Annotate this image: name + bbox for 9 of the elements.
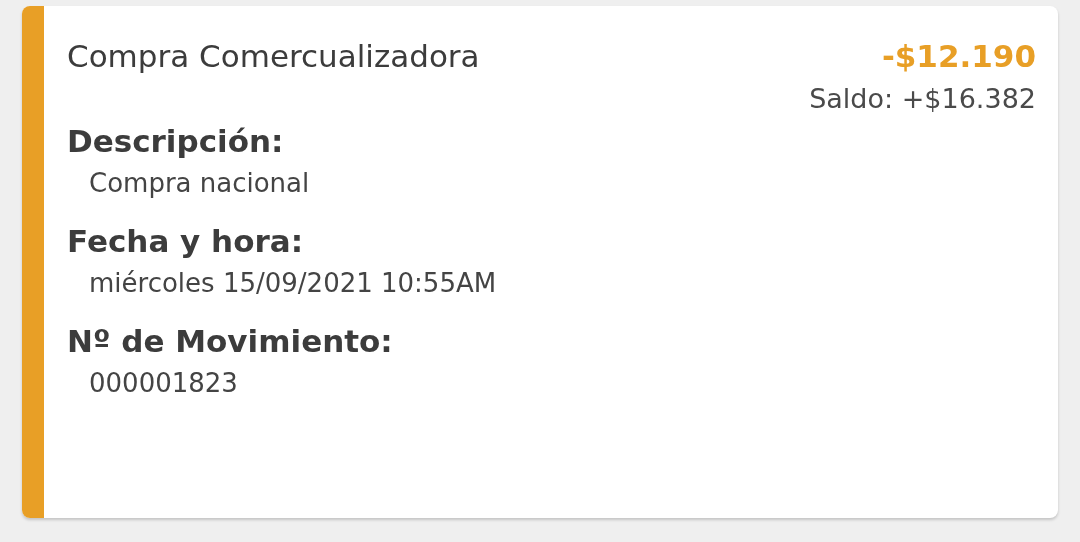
field-value: Compra nacional xyxy=(88,167,310,200)
balance-text: Saldo: +$16.382 xyxy=(809,82,1036,116)
transaction-amount: -$12.190 xyxy=(881,37,1036,76)
field-value: 000001823 xyxy=(88,367,238,400)
field-label: Nº de Movimiento: xyxy=(67,322,393,361)
transaction-title: Compra Comercualizadora xyxy=(67,37,480,76)
field-label: Descripción: xyxy=(67,122,284,161)
field-label: Fecha y hora: xyxy=(67,222,304,261)
field-value: miércoles 15/09/2021 10:55AM xyxy=(88,267,497,300)
